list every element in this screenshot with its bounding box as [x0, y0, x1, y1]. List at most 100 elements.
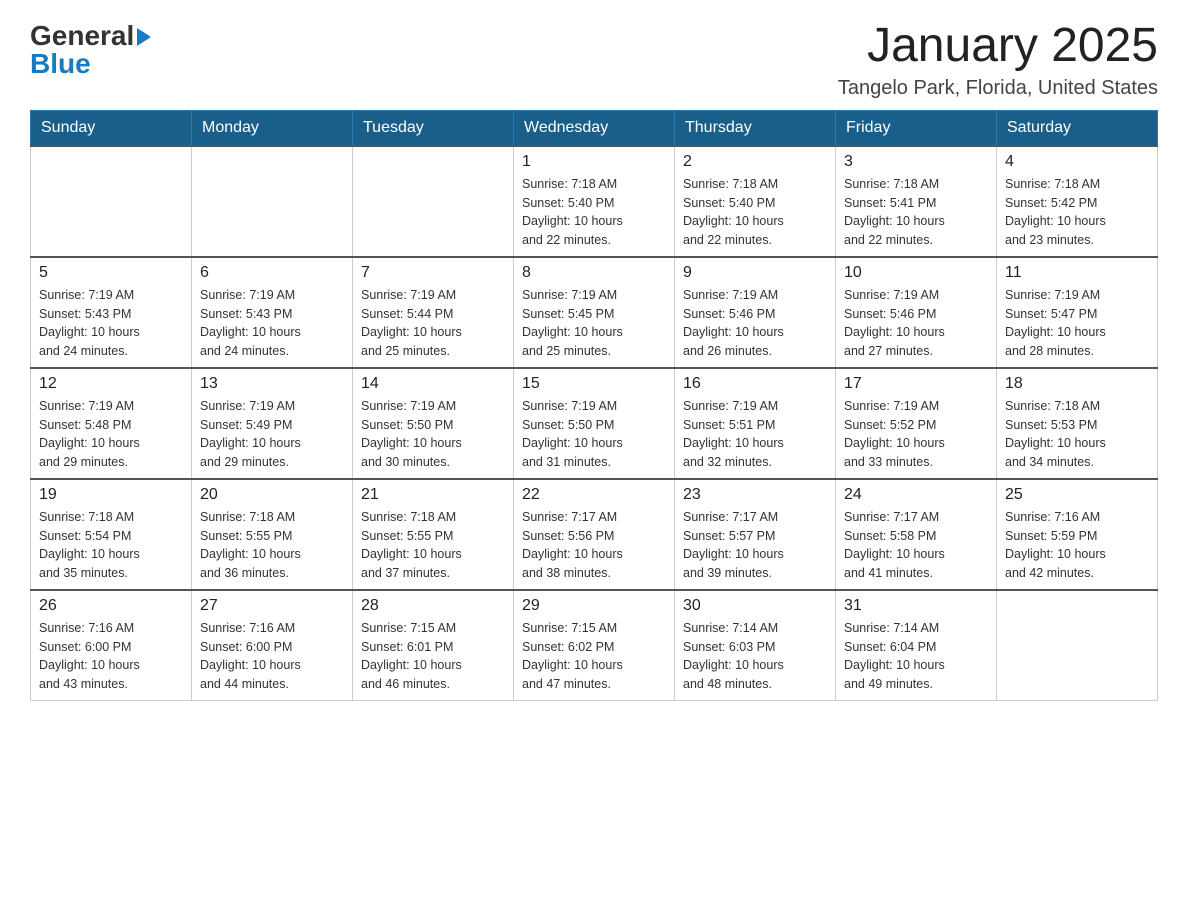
day-number: 25	[1005, 486, 1149, 504]
title-block: January 2025 Tangelo Park, Florida, Unit…	[838, 20, 1158, 100]
col-wednesday: Wednesday	[514, 110, 675, 146]
day-number: 18	[1005, 375, 1149, 393]
cell-week4-day5: 24 Sunrise: 7:17 AMSunset: 5:58 PMDayligh…	[836, 479, 997, 590]
cell-week1-day2	[353, 146, 514, 257]
day-info: Sunrise: 7:16 AMSunset: 6:00 PMDaylight:…	[200, 619, 344, 694]
day-info: Sunrise: 7:17 AMSunset: 5:57 PMDaylight:…	[683, 508, 827, 583]
logo: General Blue	[30, 20, 151, 80]
month-title: January 2025	[838, 20, 1158, 73]
day-number: 29	[522, 597, 666, 615]
col-tuesday: Tuesday	[353, 110, 514, 146]
cell-week4-day1: 20 Sunrise: 7:18 AMSunset: 5:55 PMDayligh…	[192, 479, 353, 590]
day-number: 12	[39, 375, 183, 393]
cell-week5-day6	[997, 590, 1158, 701]
day-number: 9	[683, 264, 827, 282]
day-info: Sunrise: 7:18 AMSunset: 5:53 PMDaylight:…	[1005, 397, 1149, 472]
day-info: Sunrise: 7:19 AMSunset: 5:43 PMDaylight:…	[200, 286, 344, 361]
day-number: 13	[200, 375, 344, 393]
day-info: Sunrise: 7:17 AMSunset: 5:56 PMDaylight:…	[522, 508, 666, 583]
day-info: Sunrise: 7:16 AMSunset: 5:59 PMDaylight:…	[1005, 508, 1149, 583]
day-number: 10	[844, 264, 988, 282]
day-info: Sunrise: 7:19 AMSunset: 5:51 PMDaylight:…	[683, 397, 827, 472]
day-info: Sunrise: 7:14 AMSunset: 6:04 PMDaylight:…	[844, 619, 988, 694]
day-info: Sunrise: 7:19 AMSunset: 5:43 PMDaylight:…	[39, 286, 183, 361]
cell-week2-day4: 9 Sunrise: 7:19 AMSunset: 5:46 PMDaylight…	[675, 257, 836, 368]
day-number: 15	[522, 375, 666, 393]
week-row-5: 26 Sunrise: 7:16 AMSunset: 6:00 PMDayligh…	[31, 590, 1158, 701]
day-number: 19	[39, 486, 183, 504]
cell-week3-day3: 15 Sunrise: 7:19 AMSunset: 5:50 PMDayligh…	[514, 368, 675, 479]
day-number: 3	[844, 153, 988, 171]
week-row-2: 5 Sunrise: 7:19 AMSunset: 5:43 PMDaylight…	[31, 257, 1158, 368]
week-row-1: 1 Sunrise: 7:18 AMSunset: 5:40 PMDaylight…	[31, 146, 1158, 257]
cell-week3-day0: 12 Sunrise: 7:19 AMSunset: 5:48 PMDayligh…	[31, 368, 192, 479]
cell-week5-day3: 29 Sunrise: 7:15 AMSunset: 6:02 PMDayligh…	[514, 590, 675, 701]
day-number: 17	[844, 375, 988, 393]
day-info: Sunrise: 7:18 AMSunset: 5:40 PMDaylight:…	[522, 175, 666, 250]
day-number: 22	[522, 486, 666, 504]
cell-week4-day4: 23 Sunrise: 7:17 AMSunset: 5:57 PMDayligh…	[675, 479, 836, 590]
cell-week2-day2: 7Sunrise: 7:19 AMSunset: 5:44 PMDaylight…	[353, 257, 514, 368]
cell-week5-day5: 31 Sunrise: 7:14 AMSunset: 6:04 PMDayligh…	[836, 590, 997, 701]
page-header: General Blue January 2025 Tangelo Park, …	[30, 20, 1158, 100]
cell-week1-day3: 1 Sunrise: 7:18 AMSunset: 5:40 PMDaylight…	[514, 146, 675, 257]
day-info: Sunrise: 7:19 AMSunset: 5:49 PMDaylight:…	[200, 397, 344, 472]
day-number: 26	[39, 597, 183, 615]
cell-week2-day6: 11 Sunrise: 7:19 AMSunset: 5:47 PMDayligh…	[997, 257, 1158, 368]
day-info: Sunrise: 7:14 AMSunset: 6:03 PMDaylight:…	[683, 619, 827, 694]
cell-week1-day5: 3 Sunrise: 7:18 AMSunset: 5:41 PMDaylight…	[836, 146, 997, 257]
day-info: Sunrise: 7:18 AMSunset: 5:42 PMDaylight:…	[1005, 175, 1149, 250]
day-number: 7	[361, 264, 505, 282]
day-info: Sunrise: 7:15 AMSunset: 6:01 PMDaylight:…	[361, 619, 505, 694]
cell-week5-day1: 27 Sunrise: 7:16 AMSunset: 6:00 PMDayligh…	[192, 590, 353, 701]
day-number: 16	[683, 375, 827, 393]
cell-week2-day0: 5 Sunrise: 7:19 AMSunset: 5:43 PMDaylight…	[31, 257, 192, 368]
day-info: Sunrise: 7:18 AMSunset: 5:55 PMDaylight:…	[200, 508, 344, 583]
day-number: 31	[844, 597, 988, 615]
day-info: Sunrise: 7:19 AMSunset: 5:46 PMDaylight:…	[844, 286, 988, 361]
day-number: 11	[1005, 264, 1149, 282]
day-info: Sunrise: 7:19 AMSunset: 5:48 PMDaylight:…	[39, 397, 183, 472]
day-info: Sunrise: 7:19 AMSunset: 5:52 PMDaylight:…	[844, 397, 988, 472]
day-info: Sunrise: 7:19 AMSunset: 5:45 PMDaylight:…	[522, 286, 666, 361]
col-saturday: Saturday	[997, 110, 1158, 146]
day-number: 20	[200, 486, 344, 504]
day-number: 5	[39, 264, 183, 282]
day-info: Sunrise: 7:18 AMSunset: 5:41 PMDaylight:…	[844, 175, 988, 250]
day-number: 14	[361, 375, 505, 393]
cell-week2-day5: 10 Sunrise: 7:19 AMSunset: 5:46 PMDayligh…	[836, 257, 997, 368]
cell-week1-day0	[31, 146, 192, 257]
day-info: Sunrise: 7:19 AMSunset: 5:50 PMDaylight:…	[522, 397, 666, 472]
cell-week1-day4: 2 Sunrise: 7:18 AMSunset: 5:40 PMDaylight…	[675, 146, 836, 257]
day-number: 2	[683, 153, 827, 171]
cell-week4-day2: 21Sunrise: 7:18 AMSunset: 5:55 PMDayligh…	[353, 479, 514, 590]
col-monday: Monday	[192, 110, 353, 146]
day-info: Sunrise: 7:19 AMSunset: 5:46 PMDaylight:…	[683, 286, 827, 361]
col-thursday: Thursday	[675, 110, 836, 146]
day-number: 24	[844, 486, 988, 504]
day-info: Sunrise: 7:16 AMSunset: 6:00 PMDaylight:…	[39, 619, 183, 694]
cell-week1-day6: 4 Sunrise: 7:18 AMSunset: 5:42 PMDaylight…	[997, 146, 1158, 257]
week-row-3: 12 Sunrise: 7:19 AMSunset: 5:48 PMDayligh…	[31, 368, 1158, 479]
cell-week4-day3: 22 Sunrise: 7:17 AMSunset: 5:56 PMDayligh…	[514, 479, 675, 590]
cell-week3-day4: 16 Sunrise: 7:19 AMSunset: 5:51 PMDayligh…	[675, 368, 836, 479]
cell-week2-day1: 6 Sunrise: 7:19 AMSunset: 5:43 PMDaylight…	[192, 257, 353, 368]
cell-week3-day1: 13 Sunrise: 7:19 AMSunset: 5:49 PMDayligh…	[192, 368, 353, 479]
cell-week3-day6: 18 Sunrise: 7:18 AMSunset: 5:53 PMDayligh…	[997, 368, 1158, 479]
day-number: 6	[200, 264, 344, 282]
cell-week1-day1	[192, 146, 353, 257]
day-number: 23	[683, 486, 827, 504]
cell-week5-day2: 28Sunrise: 7:15 AMSunset: 6:01 PMDayligh…	[353, 590, 514, 701]
col-sunday: Sunday	[31, 110, 192, 146]
day-info: Sunrise: 7:18 AMSunset: 5:40 PMDaylight:…	[683, 175, 827, 250]
calendar-header-row: Sunday Monday Tuesday Wednesday Thursday…	[31, 110, 1158, 146]
day-number: 27	[200, 597, 344, 615]
day-number: 4	[1005, 153, 1149, 171]
day-number: 1	[522, 153, 666, 171]
day-info: Sunrise: 7:19 AMSunset: 5:47 PMDaylight:…	[1005, 286, 1149, 361]
day-info: Sunrise: 7:18 AMSunset: 5:54 PMDaylight:…	[39, 508, 183, 583]
col-friday: Friday	[836, 110, 997, 146]
day-info: Sunrise: 7:17 AMSunset: 5:58 PMDaylight:…	[844, 508, 988, 583]
day-info: Sunrise: 7:15 AMSunset: 6:02 PMDaylight:…	[522, 619, 666, 694]
day-number: 8	[522, 264, 666, 282]
